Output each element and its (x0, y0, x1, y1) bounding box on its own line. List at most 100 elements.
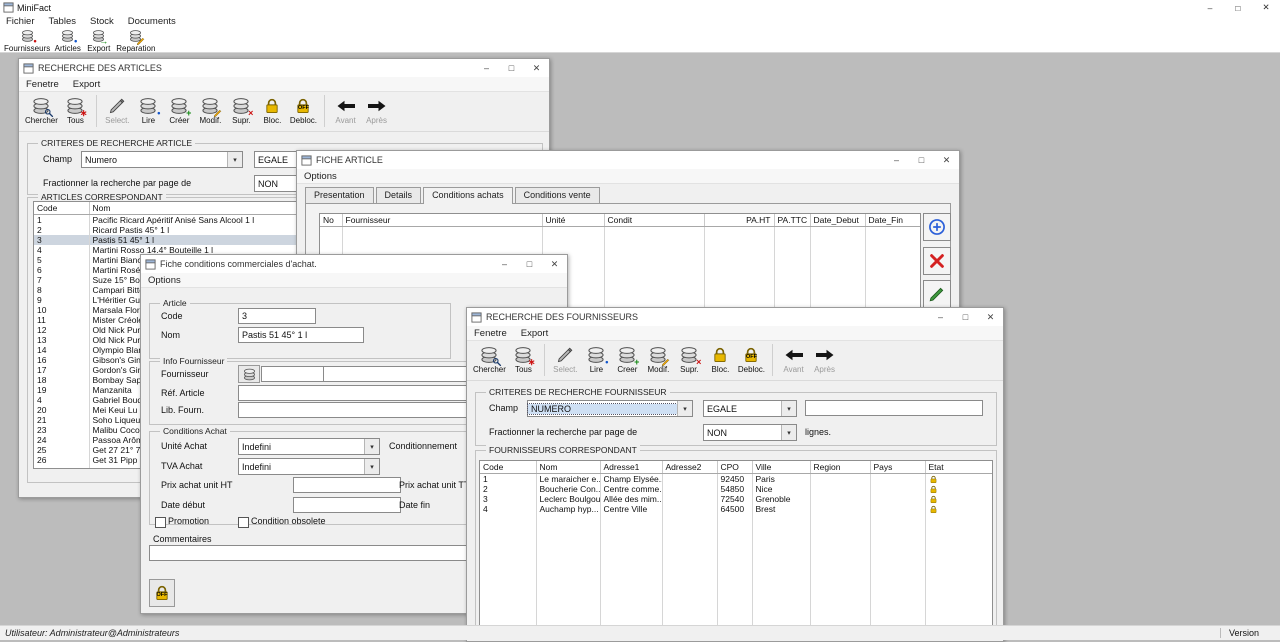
tab-conditions-achats[interactable]: Conditions achats (423, 187, 513, 204)
toolbar-button-export[interactable]: →Export (83, 28, 114, 54)
operator-select[interactable]: EGALE ▾ (703, 400, 797, 417)
column-header-nom[interactable]: Nom (536, 461, 600, 474)
column-header-code[interactable]: Code (480, 461, 536, 474)
menu-fichier[interactable]: Fichier (0, 16, 43, 27)
search-value-input[interactable] (805, 400, 983, 416)
maximize-button[interactable]: □ (1224, 0, 1252, 15)
toolbar-button-bloc[interactable]: Bloc. (257, 92, 288, 131)
column-header-fournisseur[interactable]: Fournisseur (342, 214, 542, 227)
edit-button[interactable] (923, 280, 951, 308)
toolbar-button-reparation[interactable]: Reparation (114, 28, 157, 54)
maximize-button[interactable]: □ (517, 255, 542, 273)
tab-presentation[interactable]: Presentation (305, 187, 374, 203)
toolbar-button-avant[interactable]: Avant (778, 341, 809, 380)
add-button[interactable] (923, 213, 951, 241)
table-row[interactable]: 1Le maraicher e...Champ Elysée...92450Pa… (480, 474, 992, 485)
close-button[interactable]: ✕ (524, 59, 549, 77)
toolbar-button-apr-s[interactable]: Après (361, 92, 392, 131)
column-header-pa-ht[interactable]: PA.HT (704, 214, 774, 227)
toolbar-button-debloc[interactable]: OFFDebloc. (288, 92, 319, 131)
code-field[interactable]: 3 (238, 308, 316, 324)
maximize-button[interactable]: □ (909, 151, 934, 169)
toolbar-button-articles[interactable]: •Articles (52, 28, 83, 54)
column-header-condit[interactable]: Condit (604, 214, 704, 227)
column-header-ville[interactable]: Ville (752, 461, 810, 474)
toolbar-button-cr-er[interactable]: +Créer (164, 92, 195, 131)
minimize-button[interactable]: – (492, 255, 517, 273)
window-titlebar[interactable]: RECHERCHE DES ARTICLES – □ ✕ (19, 59, 549, 78)
fraction-select[interactable]: NON ▾ (703, 424, 797, 441)
column-header-adresse2[interactable]: Adresse2 (662, 461, 717, 474)
column-header-date-fin[interactable]: Date_Fin (865, 214, 920, 227)
table-row[interactable]: 2Boucherie Con...Centre comme...54850Nic… (480, 484, 992, 494)
column-header-no[interactable]: No (320, 214, 342, 227)
toolbar-button-modif[interactable]: Modif. (195, 92, 226, 131)
toolbar-button-creer[interactable]: +Creer (612, 341, 643, 380)
minimize-button[interactable]: – (1196, 0, 1224, 15)
column-header-etat[interactable]: Etat (925, 461, 992, 474)
column-header-date-debut[interactable]: Date_Debut (810, 214, 865, 227)
toolbar-button-lire[interactable]: •Lire (581, 341, 612, 380)
window-titlebar[interactable]: Fiche conditions commerciales d'achat. –… (141, 255, 567, 274)
toolbar-button-chercher[interactable]: Chercher (23, 92, 60, 131)
unlock-button[interactable]: OFF (149, 579, 175, 607)
delete-button[interactable] (923, 247, 951, 275)
table-row[interactable]: 4Auchamp hyp...Centre Ville64500Brest (480, 504, 992, 514)
close-button[interactable]: ✕ (978, 308, 1003, 326)
column-header-adresse1[interactable]: Adresse1 (600, 461, 662, 474)
toolbar-button-apr-s[interactable]: Après (809, 341, 840, 380)
toolbar-button-debloc[interactable]: OFFDebloc. (736, 341, 767, 380)
maximize-button[interactable]: □ (499, 59, 524, 77)
champ-select[interactable]: NUMERO ▾ (527, 400, 693, 417)
toolbar-button-select[interactable]: Select. (102, 92, 133, 131)
champ-select[interactable]: Numero ▾ (81, 151, 243, 168)
menu-options[interactable]: Options (297, 171, 344, 182)
fournisseur-lookup-button[interactable] (238, 365, 260, 383)
close-button[interactable]: ✕ (934, 151, 959, 169)
fournisseur-code-field[interactable] (261, 366, 327, 382)
tva-achat-select[interactable]: Indefini ▾ (238, 458, 380, 475)
menu-fenetre[interactable]: Fenetre (19, 79, 66, 90)
tab-conditions-vente[interactable]: Conditions vente (515, 187, 600, 203)
column-header-cpo[interactable]: CPO (717, 461, 752, 474)
toolbar-button-bloc[interactable]: Bloc. (705, 341, 736, 380)
prix-ht-field[interactable] (293, 477, 401, 493)
toolbar-button-modif[interactable]: Modif. (643, 341, 674, 380)
obsolete-checkbox[interactable] (238, 517, 249, 528)
menu-options[interactable]: Options (141, 275, 188, 286)
toolbar-button-tous[interactable]: ∗Tous (60, 92, 91, 131)
date-debut-field[interactable] (293, 497, 401, 513)
minimize-button[interactable]: – (928, 308, 953, 326)
close-button[interactable]: ✕ (1252, 0, 1280, 15)
menu-export[interactable]: Export (514, 328, 555, 339)
close-button[interactable]: ✕ (542, 255, 567, 273)
minimize-button[interactable]: – (884, 151, 909, 169)
tab-details[interactable]: Details (376, 187, 422, 203)
column-header-pays[interactable]: Pays (870, 461, 925, 474)
column-header-code[interactable]: Code (34, 202, 89, 215)
toolbar-button-select[interactable]: Select. (550, 341, 581, 380)
minimize-button[interactable]: – (474, 59, 499, 77)
window-titlebar[interactable]: FICHE ARTICLE – □ ✕ (297, 151, 959, 170)
column-header-unit-[interactable]: Unité (542, 214, 604, 227)
toolbar-button-chercher[interactable]: Chercher (471, 341, 508, 380)
menu-fenetre[interactable]: Fenetre (467, 328, 514, 339)
toolbar-button-tous[interactable]: ∗Tous (508, 341, 539, 380)
nom-field[interactable]: Pastis 51 45° 1 l (238, 327, 364, 343)
unite-achat-select[interactable]: Indefini ▾ (238, 438, 380, 455)
column-header-region[interactable]: Region (810, 461, 870, 474)
toolbar-button-lire[interactable]: •Lire (133, 92, 164, 131)
toolbar-button-supr[interactable]: ×Supr. (674, 341, 705, 380)
maximize-button[interactable]: □ (953, 308, 978, 326)
menu-tables[interactable]: Tables (43, 16, 84, 27)
table-row[interactable]: 3Leclerc BoulgouAllée des mim...72540Gre… (480, 494, 992, 504)
menu-stock[interactable]: Stock (84, 16, 122, 27)
menu-export[interactable]: Export (66, 79, 107, 90)
toolbar-button-supr[interactable]: ×Supr. (226, 92, 257, 131)
column-header-pa-ttc[interactable]: PA.TTC (774, 214, 810, 227)
window-titlebar[interactable]: RECHERCHE DES FOURNISSEURS – □ ✕ (467, 308, 1003, 327)
promotion-checkbox[interactable] (155, 517, 166, 528)
toolbar-button-fournisseurs[interactable]: •Fournisseurs (2, 28, 52, 54)
menu-documents[interactable]: Documents (122, 16, 184, 27)
toolbar-button-avant[interactable]: Avant (330, 92, 361, 131)
